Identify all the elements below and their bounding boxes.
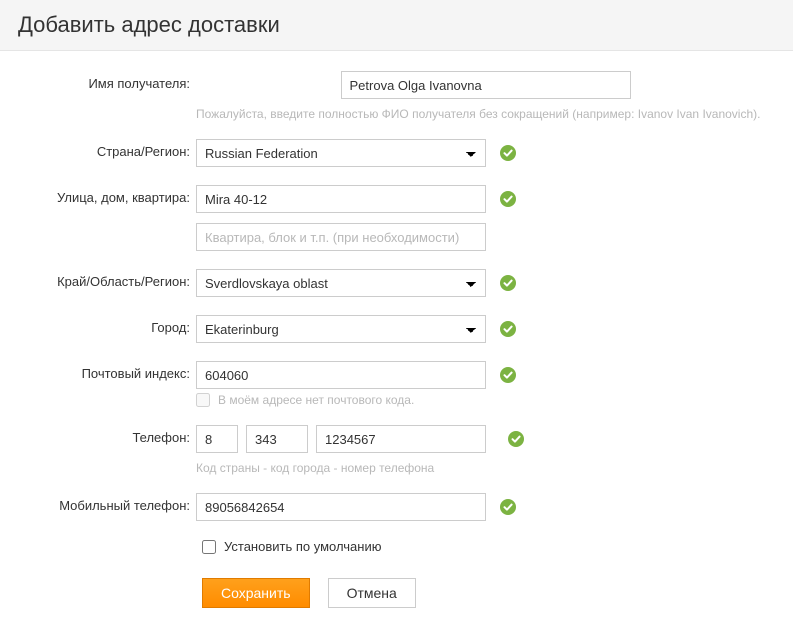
label-region: Край/Область/Регион: [18, 269, 196, 289]
street2-input[interactable] [196, 223, 486, 251]
check-icon [500, 191, 516, 207]
save-button[interactable]: Сохранить [202, 578, 310, 608]
label-mobile: Мобильный телефон: [18, 493, 196, 513]
address-form: Имя получателя: Пожалуйста, введите полн… [0, 51, 793, 638]
country-select[interactable]: Russian Federation [196, 139, 486, 167]
check-icon [500, 499, 516, 515]
phone-country-code-input[interactable] [196, 425, 238, 453]
check-icon [500, 275, 516, 291]
label-street: Улица, дом, квартира: [18, 185, 196, 205]
name-hint: Пожалуйста, введите полностью ФИО получа… [196, 107, 760, 121]
city-select[interactable]: Ekaterinburg [196, 315, 486, 343]
region-select[interactable]: Sverdlovskaya oblast [196, 269, 486, 297]
label-country: Страна/Регион: [18, 139, 196, 159]
phone-number-input[interactable] [316, 425, 486, 453]
no-postal-code-checkbox[interactable] [196, 393, 210, 407]
street1-input[interactable] [196, 185, 486, 213]
label-city: Город: [18, 315, 196, 335]
label-phone: Телефон: [18, 425, 196, 445]
phone-hint: Код страны - код города - номер телефона [196, 461, 434, 475]
set-default-label: Установить по умолчанию [224, 539, 381, 554]
name-input[interactable] [341, 71, 631, 99]
check-icon [500, 367, 516, 383]
zip-input[interactable] [196, 361, 486, 389]
no-postal-code-label: В моём адресе нет почтового кода. [218, 393, 414, 407]
check-icon [500, 321, 516, 337]
check-icon [500, 145, 516, 161]
check-icon [508, 431, 524, 447]
page-title: Добавить адрес доставки [18, 12, 775, 38]
cancel-button[interactable]: Отмена [328, 578, 416, 608]
label-name: Имя получателя: [18, 71, 196, 91]
set-default-checkbox[interactable] [202, 540, 216, 554]
phone-area-code-input[interactable] [246, 425, 308, 453]
page-header: Добавить адрес доставки [0, 0, 793, 51]
mobile-input[interactable] [196, 493, 486, 521]
label-zip: Почтовый индекс: [18, 361, 196, 381]
